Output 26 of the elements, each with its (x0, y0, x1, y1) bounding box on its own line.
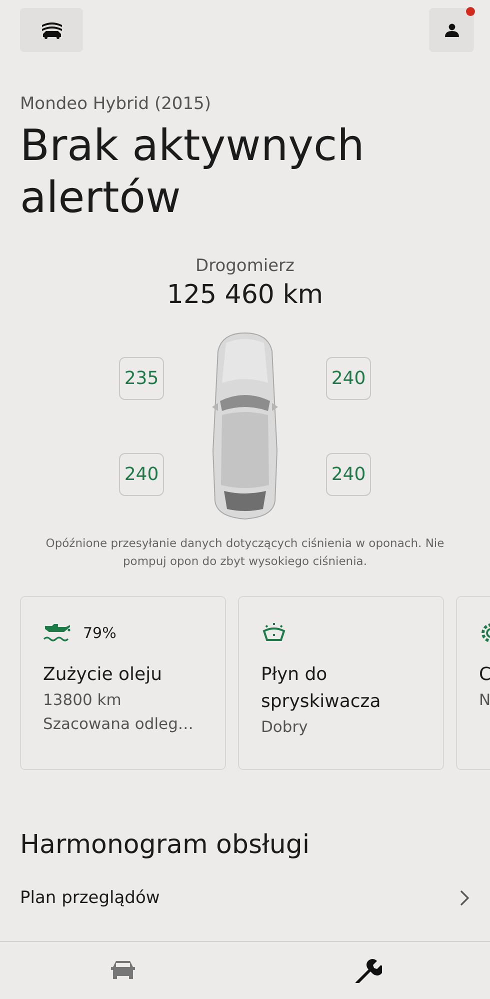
wrench-icon (354, 958, 382, 982)
garage-icon (40, 21, 62, 39)
card-detail: N (479, 690, 490, 711)
card-title: Płyn do spryskiwacza (261, 663, 382, 714)
garage-button[interactable] (20, 8, 83, 52)
card-detail: Szacowana odleg… (43, 714, 194, 735)
tire-pressure: 235 (119, 356, 164, 400)
tire-pressure: 240 (326, 356, 371, 400)
tire-pressure: 240 (326, 452, 371, 496)
card-detail: Dobry (261, 717, 309, 738)
person-icon (444, 23, 458, 37)
card-detail: 13800 km (43, 690, 122, 711)
tire-pressure: 240 (119, 452, 164, 496)
list-item[interactable]: Plan przeglądów (20, 888, 160, 908)
status-card[interactable]: 79% Zużycie oleju 13800 km Szacowana odleg… (20, 596, 226, 770)
odometer-label: Drogomierz (194, 256, 296, 276)
profile-button[interactable] (429, 8, 474, 52)
odometer-value: 125 460 km (166, 280, 324, 310)
percentage: 79% (83, 624, 116, 642)
status-card[interactable]: Płyn do spryskiwacza Dobry (238, 596, 444, 770)
alerts-title: Brak aktywnych alertów (20, 120, 366, 224)
card-title: Zużycie oleju (43, 663, 164, 687)
section-heading: Harmonogram obsługi (20, 830, 311, 860)
tire-pressure-note: Opóźnione przesyłanie danych dotyczących ciśnienia w oponach. Nie pompuj opon do zbyt wysokiego ciśnienia. (44, 535, 446, 570)
vehicle-name: Mondeo Hybrid (2015) (20, 94, 212, 114)
chevron-icon (460, 890, 470, 906)
